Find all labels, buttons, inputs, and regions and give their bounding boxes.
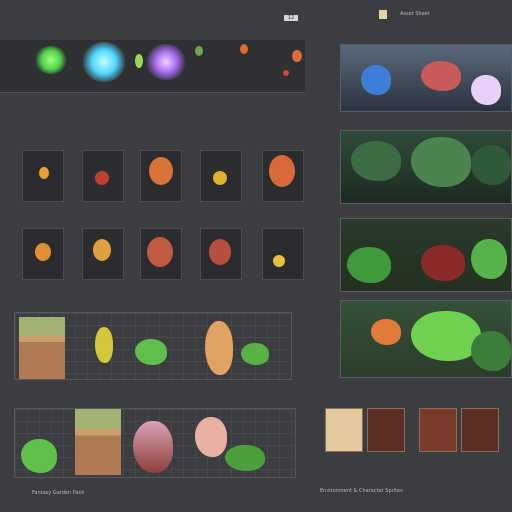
fx-violet-glow[interactable] [146,44,186,80]
footer-left-text: Fantasy Garden Pack [32,490,85,496]
thumb-character-red-2[interactable] [461,408,499,452]
sprite-cell[interactable] [200,228,242,280]
sprite-cell[interactable] [22,228,64,280]
thumb-item-sheet[interactable] [325,408,363,452]
sprite-row-2 [0,228,305,283]
orange-creature[interactable] [205,321,233,375]
fx-cyan-glow[interactable] [82,42,126,82]
thumb-strip [325,406,512,456]
fx-strip [0,40,305,93]
fx-green-glow[interactable] [35,46,67,74]
sprite-cell[interactable] [140,150,182,202]
sprite-cell[interactable] [200,150,242,202]
sprite-cell[interactable] [262,150,304,202]
sprite-cell[interactable] [82,228,124,280]
green-bush[interactable] [21,439,57,473]
sprite-row-1 [0,150,305,205]
stone-pillar[interactable] [19,317,65,379]
tileset-row-1 [14,312,292,380]
sprite-cell[interactable] [140,228,182,280]
yellow-plant[interactable] [95,327,113,363]
crystal-rock[interactable] [133,421,173,473]
header-label: Asset Sheet [400,11,430,17]
header-badge: 12 [284,15,298,21]
sprite-cell[interactable] [262,228,304,280]
stone-pillar[interactable] [75,409,121,475]
sprite-cell[interactable] [22,150,64,202]
fx-orange-flower[interactable] [240,44,248,54]
green-bush-small[interactable] [225,445,265,471]
env-swamp-grove[interactable] [340,300,512,378]
green-bush[interactable] [135,339,167,365]
env-crystal-garden[interactable] [340,44,512,112]
env-red-foliage[interactable] [340,218,512,292]
header-swatch [379,10,387,19]
footer-right-text: Environment & Character Sprites [320,488,403,494]
green-bush-small[interactable] [241,343,269,365]
fx-red-dot[interactable] [283,70,289,76]
thumb-character-pot[interactable] [419,408,457,452]
pink-mushroom[interactable] [195,417,227,457]
thumb-character-red[interactable] [367,408,405,452]
tileset-row-2 [14,408,296,478]
sprite-cell[interactable] [82,150,124,202]
fx-small-plants[interactable] [195,46,203,56]
fx-red-flower[interactable] [292,50,302,62]
fx-lime-sprig[interactable] [135,54,143,68]
env-forest-canopy[interactable] [340,130,512,204]
